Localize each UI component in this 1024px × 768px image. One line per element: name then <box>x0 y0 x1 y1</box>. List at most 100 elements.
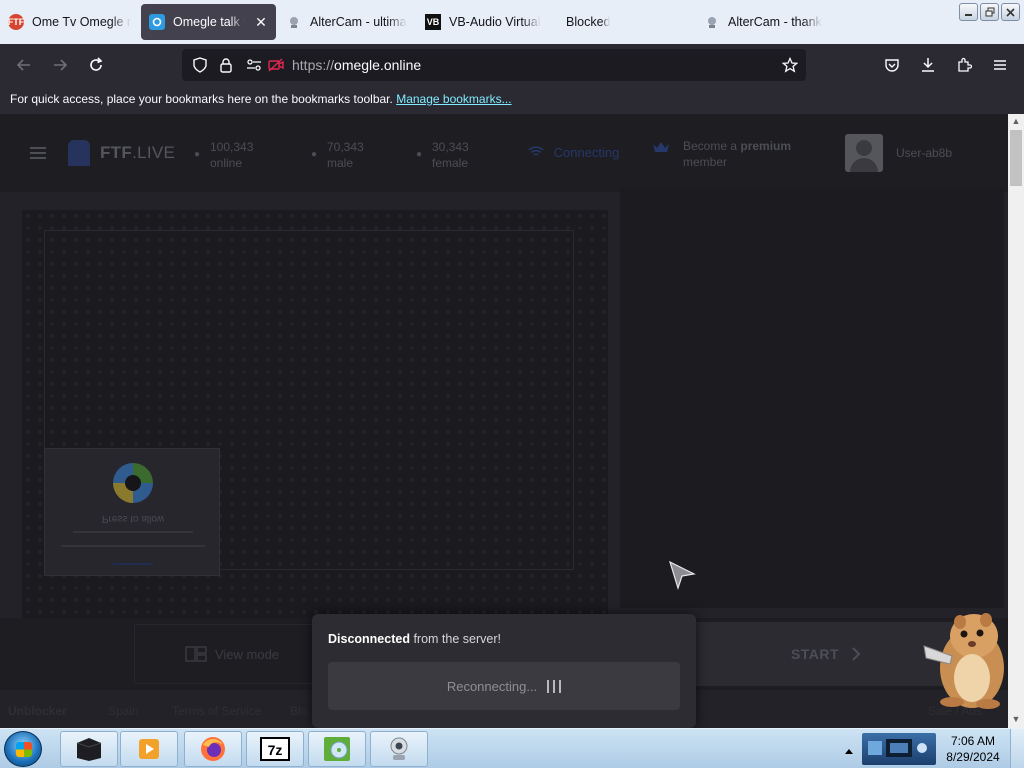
downloads-button[interactable] <box>916 54 940 76</box>
download-icon <box>922 58 934 72</box>
tab-title: Ome Tv Omegle r <box>32 15 132 29</box>
site-logo[interactable]: FTF.LIVE <box>68 140 175 166</box>
scroll-up-arrow-icon[interactable]: ▲ <box>1008 116 1024 130</box>
tab-close-icon[interactable]: ✕ <box>253 14 269 31</box>
view-mode-button[interactable]: View mode <box>134 624 330 684</box>
page-scrollbar[interactable]: ▲ ▼ <box>1008 114 1024 728</box>
altercam-tray-icon <box>868 739 927 757</box>
start-label: START <box>790 646 840 662</box>
restore-button[interactable] <box>980 3 999 21</box>
app-menu-button[interactable] <box>988 54 1012 76</box>
clock-date: 8/29/2024 <box>946 750 1000 764</box>
url-scheme: https:// <box>292 57 335 73</box>
media-player-icon <box>139 739 159 759</box>
site-menu-button[interactable] <box>30 146 46 165</box>
footer-link-terms[interactable]: Terms of Service <box>172 704 261 718</box>
altercam-icon <box>286 14 302 30</box>
taskbar-app-webcam[interactable] <box>370 731 428 767</box>
altercam-icon <box>704 14 720 30</box>
bookmarks-hint: For quick access, place your bookmarks h… <box>10 92 393 106</box>
close-icon <box>1006 7 1015 17</box>
female-icon: ● <box>416 149 423 160</box>
tab-altercam-thanks[interactable]: AlterCam - thank <box>704 4 824 40</box>
lock-icon[interactable] <box>214 54 238 76</box>
dark-window-icon <box>76 738 102 761</box>
extensions-button[interactable] <box>952 54 976 76</box>
disconnected-dialog: Disconnected from the server! Reconnecti… <box>312 614 696 728</box>
back-button[interactable] <box>12 54 36 76</box>
url-bar[interactable]: https://omegle.online <box>182 49 806 81</box>
chevron-right-icon <box>852 647 861 661</box>
puzzle-icon <box>958 57 972 72</box>
taskbar-app-firefox[interactable] <box>184 731 242 767</box>
video-area <box>22 210 608 680</box>
start-button[interactable] <box>4 731 42 767</box>
window-controls <box>959 3 1020 21</box>
connection-status: Connecting <box>528 145 619 160</box>
windows-logo-icon <box>16 742 32 757</box>
tab-omegle-online[interactable]: Omegle talk to s ✕ <box>141 4 276 40</box>
start-button[interactable]: START <box>696 622 956 686</box>
reconnecting-button[interactable]: Reconnecting... <box>328 662 680 710</box>
taskbar-app-explorer[interactable] <box>60 731 118 767</box>
hamster-mascot-icon <box>923 613 1004 709</box>
manage-bookmarks-link[interactable]: Manage bookmarks... <box>396 92 511 106</box>
bookmark-star-icon[interactable] <box>778 54 802 76</box>
disconnected-message: Disconnected from the server! <box>328 632 501 646</box>
back-arrow-icon <box>16 59 30 71</box>
webcam-permission-card[interactable]: Press to allow <box>44 448 220 576</box>
tab-vb-audio[interactable]: VB VB-Audio Virtual <box>425 4 549 40</box>
footer-link-blog[interactable]: Blo <box>290 704 307 718</box>
browser-tab-strip: FTF Ome Tv Omegle r Omegle talk to s ✕ A… <box>0 0 1024 44</box>
tab-blocked[interactable]: Blocked <box>566 4 686 40</box>
tray-app-preview[interactable] <box>862 733 936 765</box>
reconnecting-label: Reconnecting... <box>446 678 538 694</box>
wifi-icon <box>528 146 544 156</box>
site-header: FTF.LIVE ● 100,343 online ● 70,343 male … <box>0 114 1008 192</box>
url-text[interactable]: https://omegle.online <box>292 57 421 73</box>
taskbar-app-media-player[interactable] <box>120 731 178 767</box>
stat-male-count: 70,343 <box>327 140 364 154</box>
stat-female-count: 30,343 <box>432 140 469 154</box>
bookmarks-toolbar: For quick access, place your bookmarks h… <box>0 86 1024 114</box>
firefox-icon <box>201 737 225 761</box>
username[interactable]: User-ab8b <box>896 146 952 160</box>
system-clock[interactable]: 7:06 AM 8/29/2024 <box>942 733 1004 765</box>
camera-blocked-icon[interactable] <box>264 54 288 76</box>
footer-link-spain[interactable]: Spain <box>108 704 139 718</box>
tracking-shield-icon[interactable] <box>188 54 212 76</box>
avatar[interactable] <box>845 134 883 172</box>
footer-link-unblocker[interactable]: Unblocker <box>8 704 67 718</box>
hamburger-menu-icon <box>994 60 1006 70</box>
tab-altercam[interactable]: AlterCam - ultima <box>286 4 410 40</box>
scroll-thumb[interactable] <box>1010 130 1022 186</box>
show-hidden-icons-button[interactable] <box>844 742 854 760</box>
minimize-button[interactable] <box>959 3 978 21</box>
svg-text:7z: 7z <box>268 742 283 758</box>
premium-link[interactable]: Become a premium member <box>652 138 791 170</box>
restore-icon <box>985 7 994 17</box>
windows-taskbar: 7z 7:06 AM 8/29/2024 <box>0 728 1024 768</box>
tray-arrow-up-icon <box>845 749 853 754</box>
ftf-logo-icon: FTF <box>8 14 24 30</box>
connection-status-text: Connecting <box>553 145 620 160</box>
show-desktop-button[interactable] <box>1010 729 1024 768</box>
permissions-icon[interactable] <box>242 54 266 76</box>
tab-title: Omegle talk to s <box>173 15 245 29</box>
user-icon: ● <box>194 149 201 160</box>
pocket-icon <box>885 59 899 72</box>
app-icon <box>324 737 350 761</box>
pocket-button[interactable] <box>880 54 904 76</box>
reload-button[interactable] <box>84 54 108 76</box>
ftf-logo-mark-icon <box>68 140 90 166</box>
forward-button[interactable] <box>48 54 72 76</box>
webcam-logo-icon <box>113 463 153 503</box>
stat-online: ● 100,343 online <box>194 139 253 171</box>
taskbar-app-disc-tool[interactable] <box>308 731 366 767</box>
taskbar-app-7zip[interactable]: 7z <box>246 731 304 767</box>
tab-title: Blocked <box>566 15 611 29</box>
7zip-icon: 7z <box>260 737 290 761</box>
close-window-button[interactable] <box>1001 3 1020 21</box>
tab-ome-tv[interactable]: FTF Ome Tv Omegle r <box>8 4 132 40</box>
scroll-down-arrow-icon[interactable]: ▼ <box>1008 714 1024 728</box>
